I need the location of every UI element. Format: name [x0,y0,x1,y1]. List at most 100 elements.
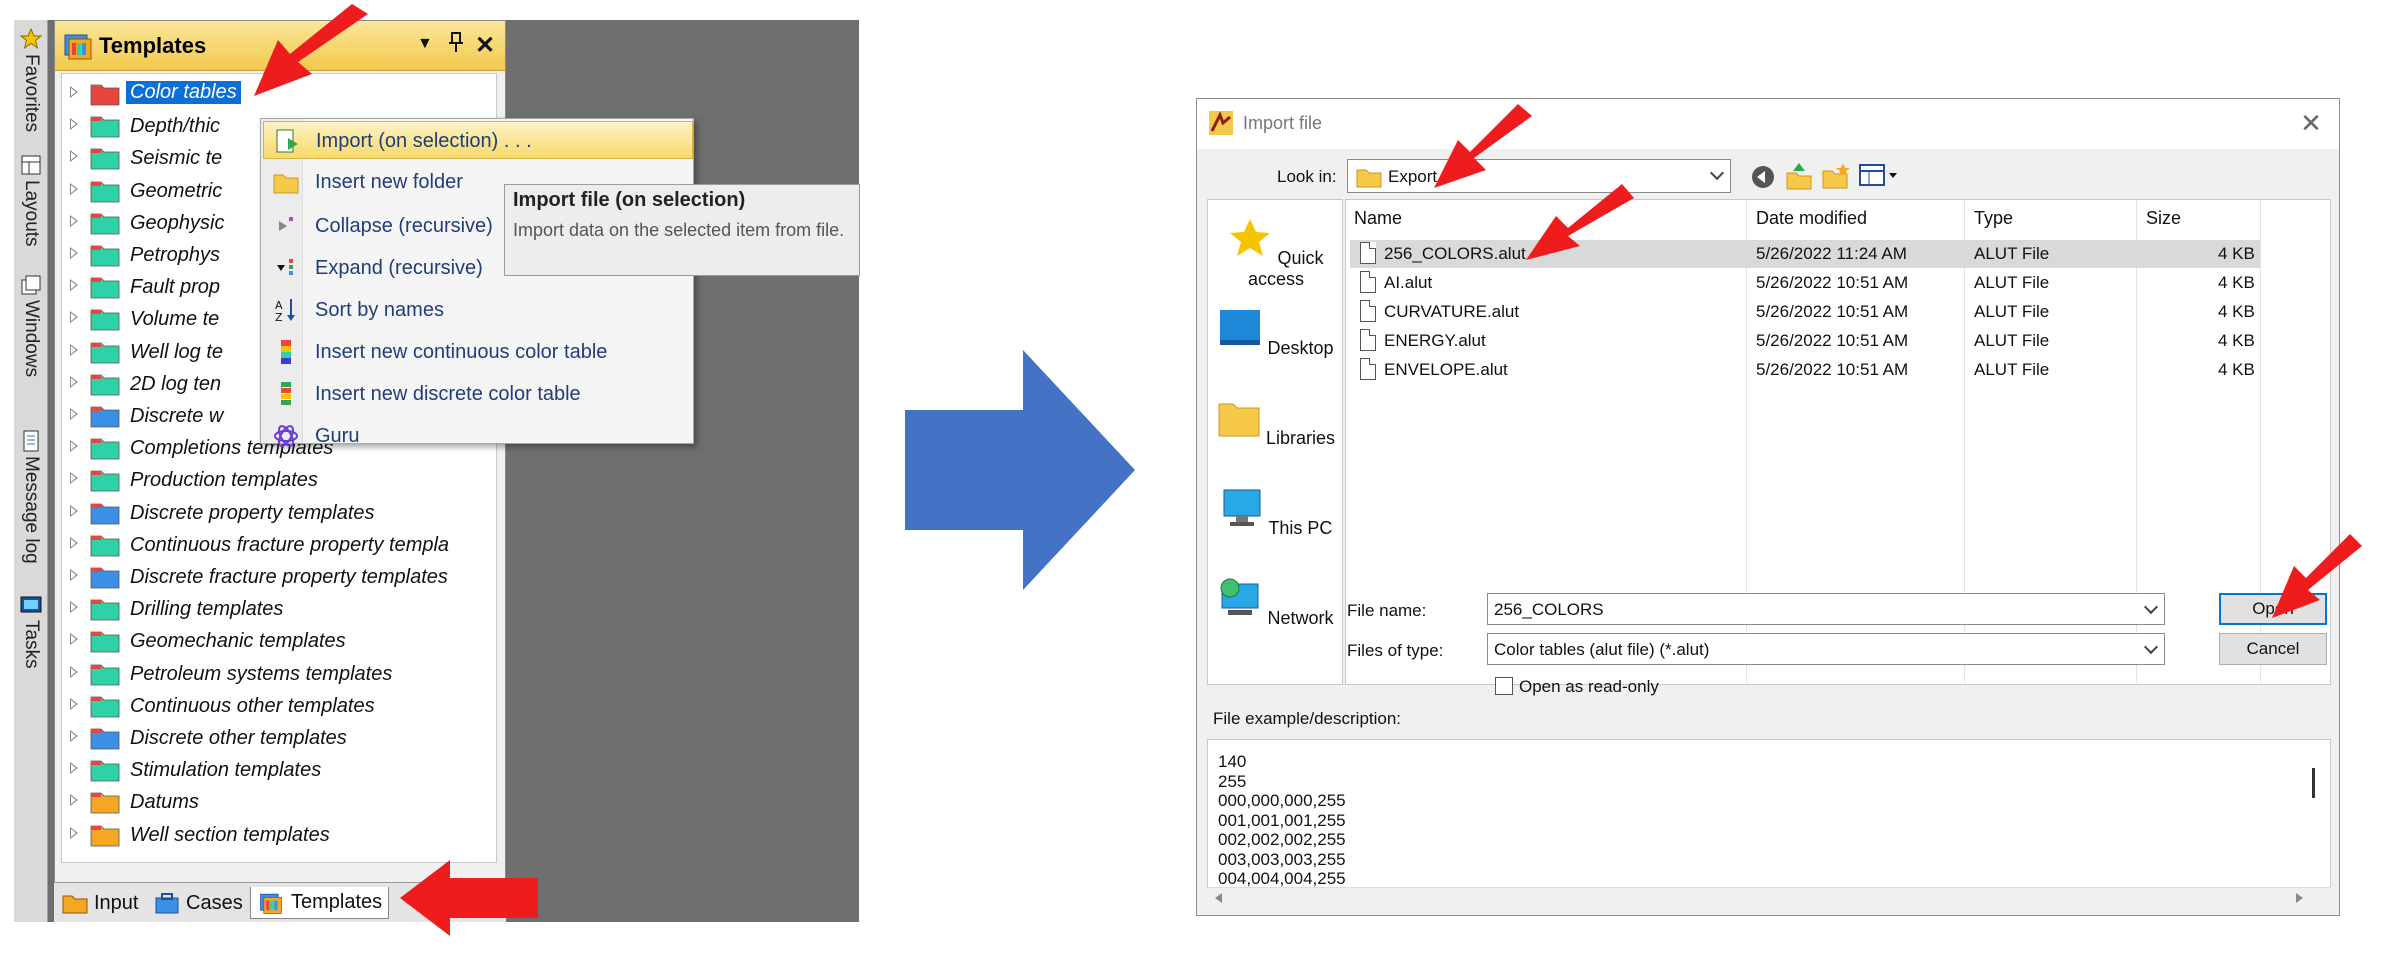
pane-menu-dropdown[interactable]: ▼ [417,35,433,53]
expand-triangle-icon[interactable] [70,343,78,356]
pane-pin-button[interactable] [447,31,465,58]
back-icon[interactable] [1749,163,1777,191]
expand-triangle-icon[interactable] [70,826,78,839]
expand-triangle-icon[interactable] [70,472,78,485]
windows-icon [21,275,41,295]
expand-triangle-icon[interactable] [70,214,78,227]
expand-triangle-icon[interactable] [70,311,78,324]
expand-triangle-icon[interactable] [70,633,78,646]
expand-triangle-icon[interactable] [70,730,78,742]
look-in-label: Look in: [1277,167,1337,186]
column-header-name[interactable]: Name [1354,208,1402,229]
tree-item[interactable]: Continuous fracture property templa [62,529,492,561]
expand-triangle-icon[interactable] [70,182,78,195]
tab-templates[interactable]: Templates [250,887,390,919]
template-folder-icon [90,631,120,653]
vtab-layouts[interactable]: Layouts [14,150,48,247]
up-folder-icon[interactable] [1785,161,1813,191]
files-of-type-select[interactable]: Color tables (alut file) (*.alut) [1487,633,2165,665]
expand-triangle-icon[interactable] [70,665,78,678]
tree-item[interactable]: Discrete other templates [62,722,492,754]
tree-item-label: Discrete fracture property templates [130,566,448,588]
file-name-input[interactable]: 256_COLORS [1487,593,2165,625]
expand-triangle-icon[interactable] [70,794,78,807]
template-folder-icon [90,760,120,782]
horizontal-scrollbar[interactable] [1207,887,2331,907]
expand-triangle-icon[interactable] [70,279,78,292]
expand-triangle-icon[interactable] [70,150,78,163]
tree-item-label: Volume te [130,308,220,331]
annotation-arrow-color-tables [254,4,368,96]
file-row[interactable]: ENVELOPE.alut 5/26/2022 10:51 AM ALUT File… [1350,356,2260,384]
description-scrollbar[interactable] [2312,768,2318,798]
tab-input[interactable]: Input [56,887,144,919]
vtab-label: Windows [21,300,42,378]
place-quick-access[interactable]: Quick access [1208,218,1344,290]
expand-triangle-icon[interactable] [70,247,78,259]
file-name: AI.alut [1384,273,1433,292]
read-only-checkbox[interactable] [1495,677,1513,695]
chevron-down-icon [1709,165,1725,181]
expand-triangle-icon[interactable] [70,536,78,549]
file-row[interactable]: AI.alut 5/26/2022 10:51 AM ALUT File 4 KB [1350,269,2260,297]
context-menu-item[interactable]: A Z Sort by names [263,291,693,329]
context-menu-item[interactable]: Import (on selection) . . . [263,121,693,159]
vtab-favorites[interactable]: Favorites [14,24,48,132]
context-menu-label: Sort by names [315,299,444,321]
context-menu-item[interactable]: Insert new discrete color table [263,375,693,413]
view-menu-icon[interactable] [1859,163,1899,189]
vtab-windows[interactable]: Windows [14,270,48,377]
read-only-label: Open as read-only [1519,677,1659,696]
expand-triangle-icon[interactable] [70,697,78,710]
tree-item[interactable]: Production templates [62,464,492,496]
expand-triangle-icon[interactable] [70,86,78,98]
context-menu-item[interactable]: Guru [263,417,693,455]
cancel-button[interactable]: Cancel [2219,633,2327,665]
tree-item[interactable]: Discrete property templates [62,497,492,529]
tree-item[interactable]: Continuous other templates [62,690,492,722]
tree-item[interactable]: Datums [62,786,492,818]
tree-item[interactable]: Drilling templates [62,593,492,625]
file-row[interactable]: 256_COLORS.alut 5/26/2022 11:24 AM ALUT Fi… [1350,240,2260,268]
tree-item[interactable]: Discrete fracture property templates [62,561,492,593]
file-row[interactable]: ENERGY.alut 5/26/2022 10:51 AM ALUT File 4 … [1350,327,2260,355]
column-header-type[interactable]: Type [1974,208,2013,229]
vtab-label: Tasks [21,620,42,669]
column-header-size[interactable]: Size [2146,208,2181,229]
tree-item-label: Well log te [130,340,224,363]
scroll-left-icon[interactable] [1213,892,1225,904]
new-folder-icon[interactable] [1821,161,1851,191]
expand-triangle-icon[interactable] [70,375,78,388]
dialog-close-button[interactable]: ✕ [2297,109,2325,137]
tree-item-label: Discrete other templates [130,727,347,749]
expand-triangle-icon[interactable] [70,118,78,131]
file-row[interactable]: CURVATURE.alut 5/26/2022 10:51 AM ALUT Fil… [1350,298,2260,326]
place-desktop[interactable]: Desktop [1208,308,1344,359]
tab-cases[interactable]: Cases [148,887,249,919]
tree-item[interactable]: Stimulation templates [62,754,492,786]
vtab-message-log[interactable]: Message log [14,426,48,564]
pane-close-button[interactable]: ✕ [475,31,495,60]
tree-item[interactable]: Petroleum systems templates [62,658,492,690]
expand-triangle-icon[interactable] [70,504,78,517]
expand-triangle-icon[interactable] [70,569,78,581]
vtab-tasks[interactable]: Tasks [14,590,48,669]
tree-item[interactable]: Geomechanic templates [62,625,492,657]
expand-triangle-icon[interactable] [70,408,78,420]
context-menu-item[interactable]: Insert new continuous color table [263,333,693,371]
places-bar: Quick access Desktop Libraries This PC N… [1207,199,1343,685]
vtab-label: Favorites [21,54,42,133]
template-folder-icon [90,825,120,846]
place-libraries[interactable]: Libraries [1208,398,1344,449]
place-network[interactable]: Network [1208,578,1344,629]
tree-item-label: Continuous other templates [130,694,375,717]
expand-triangle-icon[interactable] [70,440,78,453]
files-of-type-value: Color tables (alut file) (*.alut) [1494,640,1710,659]
place-this-pc[interactable]: This PC [1208,488,1344,539]
expand-triangle-icon[interactable] [70,601,78,614]
tree-item[interactable]: Well section templates [62,819,492,851]
expand-triangle-icon[interactable] [70,762,78,775]
scroll-right-icon[interactable] [2293,892,2305,904]
column-header-date-modified[interactable]: Date modified [1756,208,1867,229]
tree-item-label: Datums [130,791,199,814]
